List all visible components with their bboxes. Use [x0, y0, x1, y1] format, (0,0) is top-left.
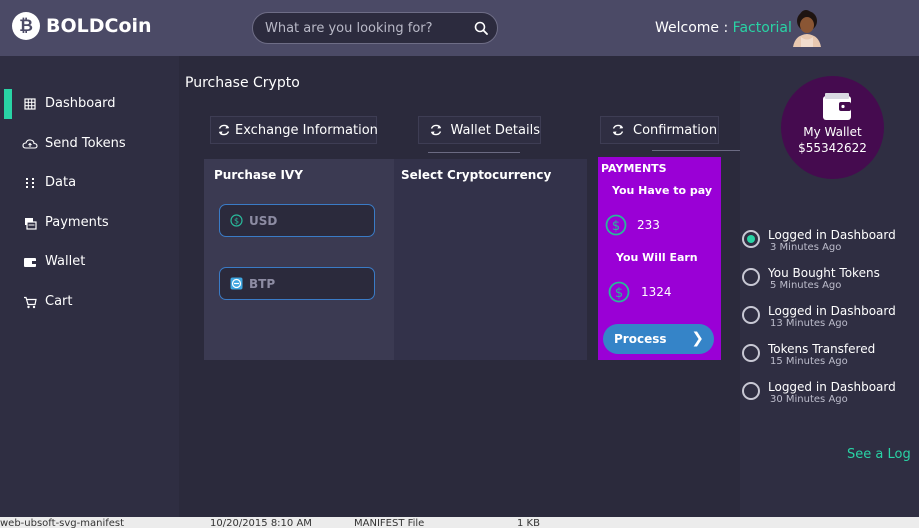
file-date: 10/20/2015 8:10 AM [210, 518, 312, 528]
log-item[interactable]: Tokens Transfered 15 Minutes Ago [742, 342, 919, 372]
earn-value: 1324 [641, 285, 672, 299]
see-log-link[interactable]: See a Log [847, 447, 911, 462]
refresh-icon [217, 123, 231, 137]
btp-input[interactable]: BTP [219, 267, 375, 300]
user-name[interactable]: Factorial [733, 20, 792, 36]
process-label: Process [614, 332, 667, 346]
log-time: 13 Minutes Ago [770, 318, 848, 329]
file-size: 1 KB [517, 518, 540, 528]
currency-label: BTP [249, 276, 276, 291]
radio-icon[interactable] [742, 344, 760, 362]
data-icon [22, 176, 38, 190]
log-title: Tokens Transfered [768, 342, 876, 356]
log-title: Logged in Dashboard [768, 304, 896, 318]
payments-panel: PAYMENTS You Have to pay $ 233 You Will … [598, 157, 721, 360]
wallet-label: My Wallet [803, 125, 862, 139]
sidebar-item-label: Dashboard [45, 96, 116, 111]
refresh-icon [425, 123, 446, 137]
log-time: 3 Minutes Ago [770, 242, 842, 253]
sidebar: Dashboard Send Tokens Data Payments Wall… [0, 56, 179, 528]
search-input[interactable] [253, 20, 465, 36]
sidebar-item-wallet[interactable]: Wallet [0, 247, 179, 277]
radio-selected-icon[interactable] [742, 230, 760, 248]
usd-input[interactable]: $ USD [219, 204, 375, 237]
page-title: Purchase Crypto [185, 75, 300, 91]
grid-icon [22, 97, 38, 111]
sidebar-item-send-tokens[interactable]: Send Tokens [0, 129, 179, 159]
log-item[interactable]: Logged in Dashboard 13 Minutes Ago [742, 304, 919, 334]
payments-icon [22, 216, 38, 230]
top-header: ₿ BOLDCoin Welcome : Factorial [0, 0, 919, 56]
tab-underline [652, 150, 740, 151]
sidebar-item-label: Payments [45, 215, 109, 230]
file-name: web-ubsoft-svg-manifest [0, 518, 125, 528]
welcome-label: Welcome : [655, 20, 729, 36]
my-wallet-card[interactable]: My Wallet $55342622 [781, 76, 884, 179]
tab-label: Confirmation [633, 122, 718, 138]
dollar-coin-icon: $ [608, 281, 630, 303]
pay-label: You Have to pay [612, 184, 713, 197]
pay-value: 233 [637, 218, 660, 232]
log-time: 15 Minutes Ago [770, 356, 848, 367]
log-item[interactable]: Logged in Dashboard 3 Minutes Ago [742, 228, 919, 258]
cloud-upload-icon [22, 137, 38, 151]
refresh-icon [607, 123, 629, 137]
tab-label: Wallet Details [450, 122, 540, 138]
select-crypto-panel: Select Cryptocurrency [394, 159, 587, 360]
log-item[interactable]: You Bought Tokens 5 Minutes Ago [742, 266, 919, 296]
sidebar-item-cart[interactable]: Cart [0, 287, 179, 317]
earn-label: You Will Earn [616, 251, 698, 264]
dollar-coin-icon: $ [230, 214, 243, 227]
payments-title: PAYMENTS [601, 162, 667, 175]
file-type: MANIFEST File [354, 518, 425, 528]
select-crypto-title: Select Cryptocurrency [401, 168, 552, 182]
tab-underline [428, 152, 520, 153]
log-time: 5 Minutes Ago [770, 280, 842, 291]
search-bar [252, 12, 498, 44]
log-title: Logged in Dashboard [768, 228, 896, 242]
wallet-amount: $55342622 [798, 141, 867, 155]
active-indicator [4, 89, 12, 119]
log-title: Logged in Dashboard [768, 380, 896, 394]
purchase-title: Purchase IVY [214, 168, 303, 182]
logo[interactable]: ₿ BOLDCoin [12, 12, 152, 40]
svg-text:$: $ [234, 217, 239, 226]
background-file-row: web-ubsoft-svg-manifest 10/20/2015 8:10 … [0, 517, 919, 528]
log-item[interactable]: Logged in Dashboard 30 Minutes Ago [742, 380, 919, 410]
process-button[interactable]: Process ❯ [603, 324, 714, 354]
sidebar-item-dashboard[interactable]: Dashboard [0, 89, 179, 119]
bitcoin-logo-icon: ₿ [12, 12, 40, 40]
sidebar-item-label: Wallet [45, 254, 86, 269]
sidebar-item-payments[interactable]: Payments [0, 208, 179, 238]
tab-confirmation[interactable]: Confirmation [600, 116, 719, 144]
wallet-icon [823, 93, 851, 120]
sidebar-item-label: Data [45, 175, 77, 190]
radio-icon[interactable] [742, 382, 760, 400]
cart-icon [22, 295, 38, 309]
chevron-right-icon: ❯ [691, 329, 704, 347]
welcome-text: Welcome : Factorial [655, 20, 792, 36]
sidebar-item-data[interactable]: Data [0, 168, 179, 198]
tab-exchange-information[interactable]: Exchange Information [210, 116, 378, 144]
app-name: BOLDCoin [46, 15, 152, 37]
purchase-panel: Purchase IVY $ USD BTP [204, 159, 394, 360]
svg-text:$: $ [615, 286, 623, 301]
wallet-icon [22, 255, 38, 269]
dollar-coin-icon: $ [605, 214, 627, 236]
tab-wallet-details[interactable]: Wallet Details [418, 116, 541, 144]
sidebar-item-label: Cart [45, 294, 73, 309]
avatar[interactable] [789, 9, 825, 47]
svg-text:$: $ [612, 219, 620, 234]
search-icon[interactable] [465, 13, 497, 43]
sidebar-item-label: Send Tokens [45, 136, 126, 151]
radio-icon[interactable] [742, 268, 760, 286]
log-title: You Bought Tokens [768, 266, 880, 280]
currency-label: USD [249, 213, 278, 228]
log-time: 30 Minutes Ago [770, 394, 848, 405]
btp-coin-icon [230, 277, 243, 290]
tab-label: Exchange Information [235, 122, 378, 138]
radio-icon[interactable] [742, 306, 760, 324]
